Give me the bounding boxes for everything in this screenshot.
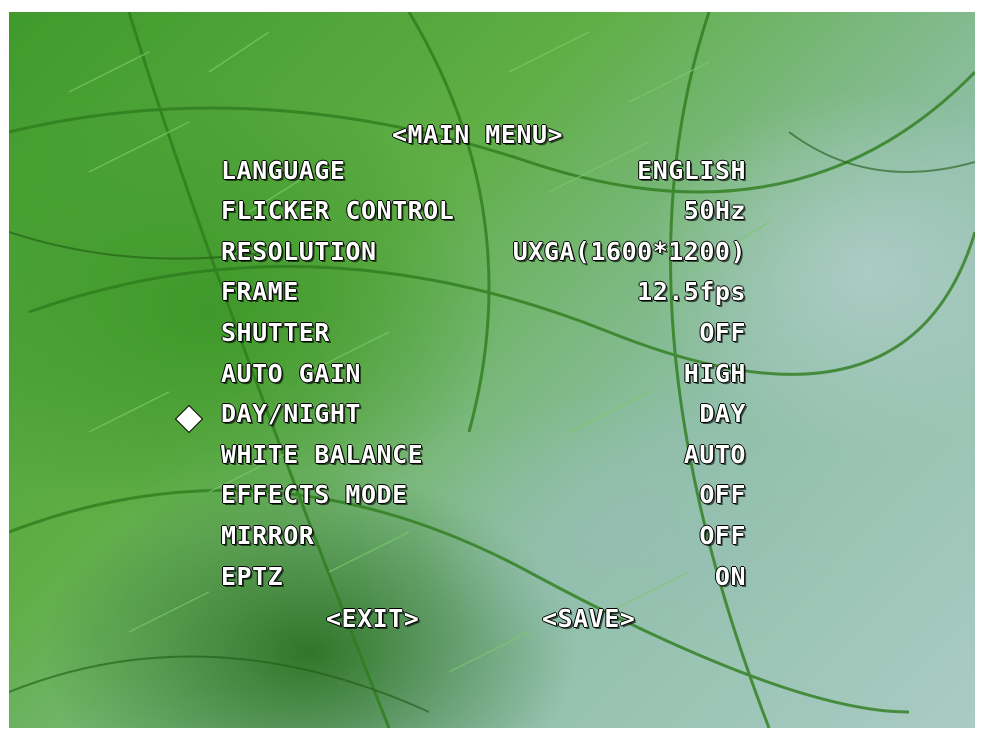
menu-item-value: AUTO (683, 440, 746, 469)
menu-title: <MAIN MENU> (392, 120, 564, 149)
menu-item-value: OFF (699, 480, 746, 509)
menu-item-day-night[interactable]: DAY/NIGHT DAY (221, 399, 746, 433)
menu-item-label: LANGUAGE (221, 156, 346, 185)
diamond-cursor-icon (176, 406, 202, 432)
menu-item-flicker-control[interactable]: FLICKER CONTROL 50Hz (221, 196, 746, 230)
menu-item-eptz[interactable]: EPTZ ON (221, 562, 746, 596)
menu-item-value: DAY (699, 399, 746, 428)
menu-item-value: ENGLISH (637, 156, 746, 185)
menu-item-language[interactable]: LANGUAGE ENGLISH (221, 156, 746, 190)
menu-item-value: OFF (699, 318, 746, 347)
menu-item-label: FLICKER CONTROL (221, 196, 455, 225)
menu-item-label: AUTO GAIN (221, 359, 361, 388)
exit-button[interactable]: <EXIT> (326, 604, 419, 633)
menu-item-value: UXGA(1600*1200) (512, 237, 746, 266)
menu-item-auto-gain[interactable]: AUTO GAIN HIGH (221, 359, 746, 393)
camera-video-feed: <MAIN MENU> LANGUAGE ENGLISH FLICKER CON… (9, 12, 975, 728)
menu-item-value: ON (714, 562, 746, 591)
menu-item-shutter[interactable]: SHUTTER OFF (221, 318, 746, 352)
menu-item-label: RESOLUTION (221, 237, 377, 266)
menu-item-value: OFF (699, 521, 746, 550)
menu-item-effects-mode[interactable]: EFFECTS MODE OFF (221, 480, 746, 514)
menu-item-label: DAY/NIGHT (221, 399, 361, 428)
menu-item-label: SHUTTER (221, 318, 330, 347)
menu-item-value: HIGH (683, 359, 746, 388)
save-button[interactable]: <SAVE> (542, 604, 635, 633)
menu-item-label: WHITE BALANCE (221, 440, 424, 469)
menu-item-label: EFFECTS MODE (221, 480, 408, 509)
osd-main-menu: <MAIN MENU> LANGUAGE ENGLISH FLICKER CON… (9, 12, 975, 728)
menu-item-frame[interactable]: FRAME 12.5fps (221, 277, 746, 311)
menu-item-label: FRAME (221, 277, 299, 306)
menu-item-mirror[interactable]: MIRROR OFF (221, 521, 746, 555)
menu-item-value: 12.5fps (637, 277, 746, 306)
menu-item-resolution[interactable]: RESOLUTION UXGA(1600*1200) (221, 237, 746, 271)
menu-item-white-balance[interactable]: WHITE BALANCE AUTO (221, 440, 746, 474)
menu-item-label: EPTZ (221, 562, 284, 591)
menu-item-label: MIRROR (221, 521, 315, 550)
menu-item-value: 50Hz (683, 196, 746, 225)
